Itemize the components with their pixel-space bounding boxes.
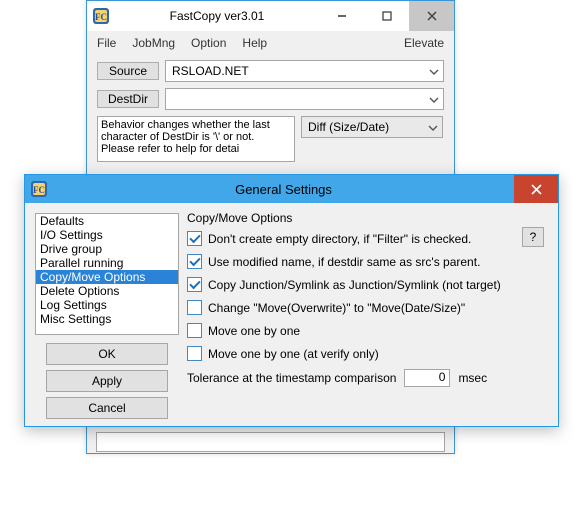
tolerance-input[interactable]: 0 xyxy=(404,369,450,387)
category-copy-move-options[interactable]: Copy/Move Options xyxy=(36,270,178,284)
app-icon: FC xyxy=(93,8,109,24)
category-list[interactable]: Defaults I/O Settings Drive group Parall… xyxy=(35,213,179,335)
log-box xyxy=(96,432,445,452)
titlebar: FC FastCopy ver3.01 xyxy=(87,1,454,31)
chevron-down-icon xyxy=(428,120,438,134)
menu-file[interactable]: File xyxy=(97,36,116,50)
help-button[interactable]: ? xyxy=(522,227,544,247)
menu-help[interactable]: Help xyxy=(242,36,267,50)
tolerance-row: Tolerance at the timestamp comparison 0 … xyxy=(187,369,548,387)
option-label: Don't create empty directory, if "Filter… xyxy=(208,232,471,246)
app-icon: FC xyxy=(31,181,47,197)
diff-mode-value: Diff (Size/Date) xyxy=(308,120,389,134)
option-no-empty-dir[interactable]: Don't create empty directory, if "Filter… xyxy=(187,231,548,246)
option-move-one-by-one-verify[interactable]: Move one by one (at verify only) xyxy=(187,346,548,361)
dialog-title: General Settings xyxy=(53,182,514,197)
destdir-button[interactable]: DestDir xyxy=(97,90,159,108)
option-label: Move one by one xyxy=(208,324,300,338)
option-label: Copy Junction/Symlink as Junction/Symlin… xyxy=(208,278,501,292)
option-use-modified-name[interactable]: Use modified name, if destdir same as sr… xyxy=(187,254,548,269)
category-delete-options[interactable]: Delete Options xyxy=(36,284,178,298)
tolerance-label: Tolerance at the timestamp comparison xyxy=(187,371,396,385)
close-button[interactable] xyxy=(409,1,454,31)
option-copy-junction-symlink[interactable]: Copy Junction/Symlink as Junction/Symlin… xyxy=(187,277,548,292)
checkbox-icon[interactable] xyxy=(187,277,202,292)
source-button[interactable]: Source xyxy=(97,62,159,80)
option-label: Use modified name, if destdir same as sr… xyxy=(208,255,480,269)
category-io-settings[interactable]: I/O Settings xyxy=(36,228,178,242)
menu-jobmng[interactable]: JobMng xyxy=(132,36,175,50)
general-settings-dialog: FC General Settings Defaults I/O Setting… xyxy=(24,174,559,427)
checkbox-icon[interactable] xyxy=(187,323,202,338)
options-panel: Copy/Move Options ? Don't create empty d… xyxy=(187,211,548,418)
option-label: Change "Move(Overwrite)" to "Move(Date/S… xyxy=(208,301,465,315)
option-move-one-by-one[interactable]: Move one by one xyxy=(187,323,548,338)
category-defaults[interactable]: Defaults xyxy=(36,214,178,228)
category-drive-group[interactable]: Drive group xyxy=(36,242,178,256)
checkbox-icon[interactable] xyxy=(187,231,202,246)
maximize-button[interactable] xyxy=(364,1,409,31)
category-log-settings[interactable]: Log Settings xyxy=(36,298,178,312)
minimize-button[interactable] xyxy=(319,1,364,31)
option-change-move-overwrite[interactable]: Change "Move(Overwrite)" to "Move(Date/S… xyxy=(187,300,548,315)
checkbox-icon[interactable] xyxy=(187,300,202,315)
apply-button[interactable]: Apply xyxy=(46,370,168,392)
chevron-down-icon xyxy=(429,64,439,78)
source-value: RSLOAD.NET xyxy=(172,64,429,78)
chevron-down-icon xyxy=(429,92,439,106)
diff-mode-combo[interactable]: Diff (Size/Date) xyxy=(301,116,443,138)
category-parallel-running[interactable]: Parallel running xyxy=(36,256,178,270)
tolerance-unit: msec xyxy=(458,371,487,385)
window-title: FastCopy ver3.01 xyxy=(115,9,319,23)
source-combo[interactable]: RSLOAD.NET xyxy=(165,60,444,82)
cancel-button[interactable]: Cancel xyxy=(46,397,168,419)
menu-elevate[interactable]: Elevate xyxy=(404,36,444,50)
category-misc-settings[interactable]: Misc Settings xyxy=(36,312,178,326)
menu-option[interactable]: Option xyxy=(191,36,226,50)
svg-text:FC: FC xyxy=(33,185,45,195)
menubar: File JobMng Option Help Elevate xyxy=(87,31,454,57)
dialog-close-button[interactable] xyxy=(514,175,558,203)
svg-text:FC: FC xyxy=(95,12,107,22)
ok-button[interactable]: OK xyxy=(46,343,168,365)
checkbox-icon[interactable] xyxy=(187,346,202,361)
behavior-text: Behavior changes whether the last charac… xyxy=(97,116,295,162)
panel-heading: Copy/Move Options xyxy=(187,211,548,225)
option-label: Move one by one (at verify only) xyxy=(208,347,379,361)
dialog-titlebar: FC General Settings xyxy=(25,175,558,203)
checkbox-icon[interactable] xyxy=(187,254,202,269)
destdir-combo[interactable] xyxy=(165,88,444,110)
